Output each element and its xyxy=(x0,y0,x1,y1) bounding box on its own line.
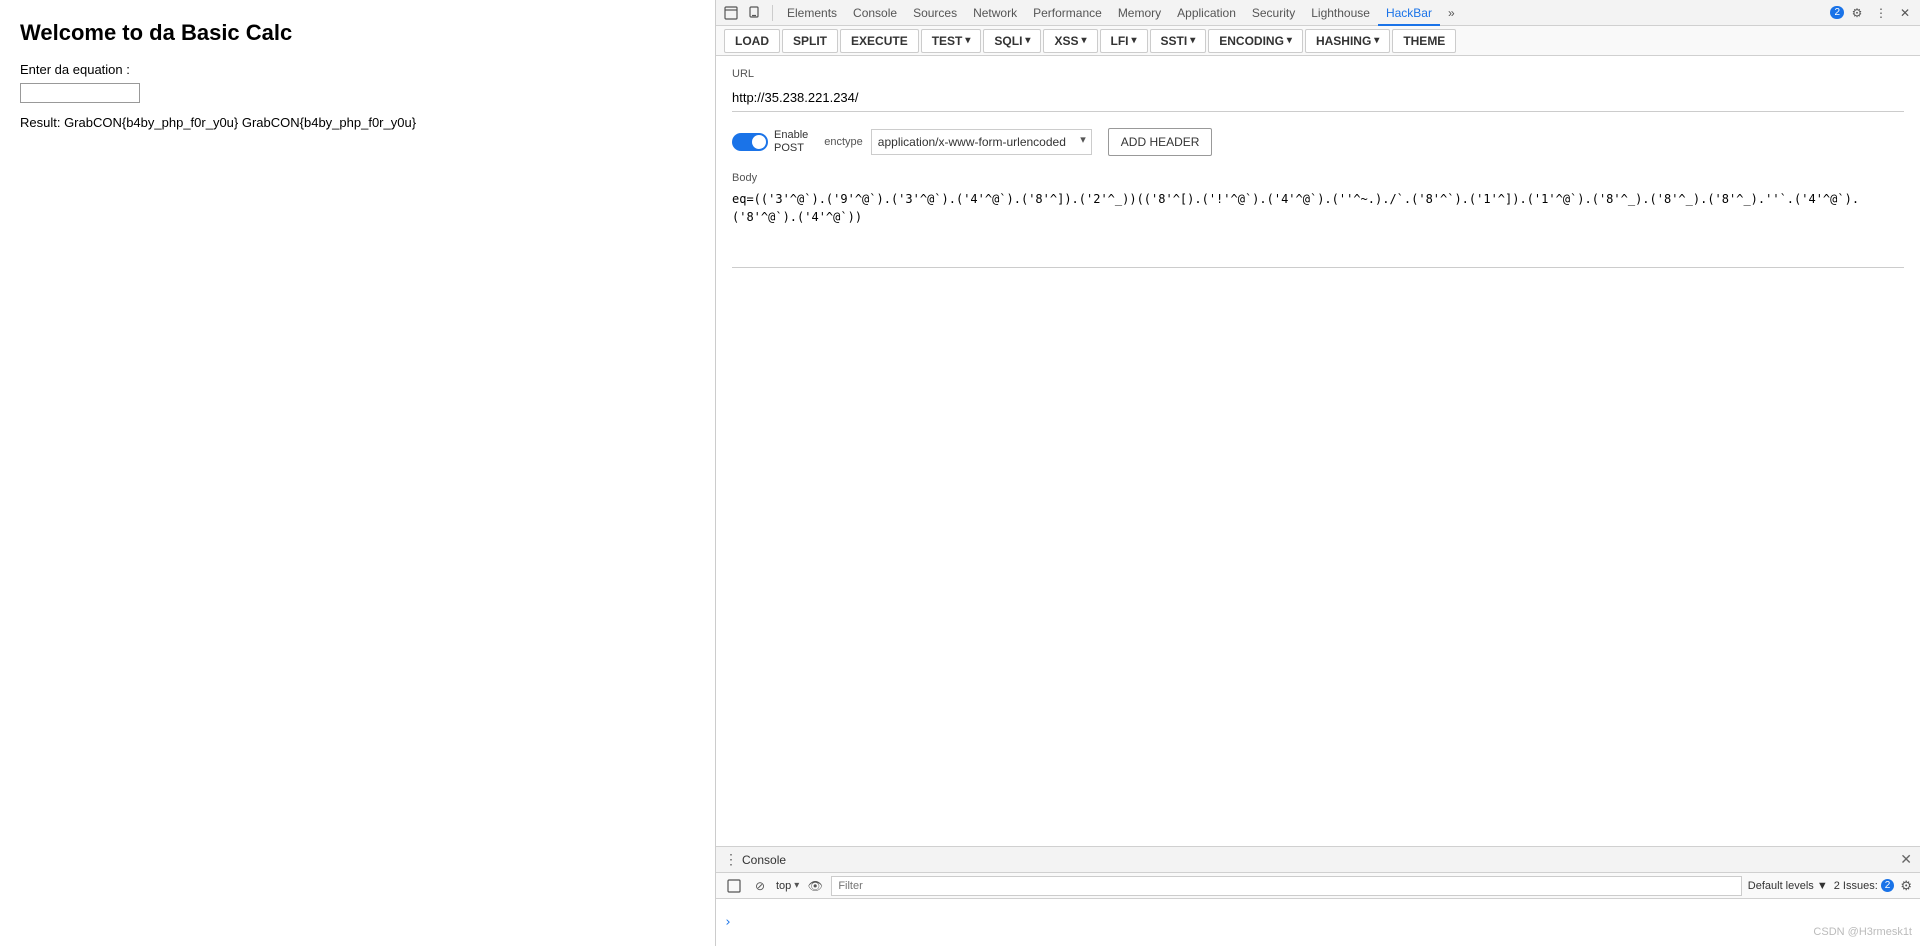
left-panel: Welcome to da Basic Calc Enter da equati… xyxy=(0,0,715,946)
tab-performance[interactable]: Performance xyxy=(1025,0,1110,26)
console-close-icon[interactable]: ✕ xyxy=(1900,851,1912,868)
test-arrow: ▾ xyxy=(965,35,970,46)
devtools-top-bar: Elements Console Sources Network Perform… xyxy=(716,0,1920,26)
enctype-section: enctype application/x-www-form-urlencode… xyxy=(824,129,1092,155)
xss-arrow: ▾ xyxy=(1081,35,1086,46)
devtools-tabs: Elements Console Sources Network Perform… xyxy=(779,0,1828,26)
page-title: Welcome to da Basic Calc xyxy=(20,20,695,46)
equation-input[interactable] xyxy=(20,83,140,103)
console-prompt[interactable]: › xyxy=(724,915,732,930)
issues-text: 2 Issues: xyxy=(1834,880,1878,892)
tab-lighthouse[interactable]: Lighthouse xyxy=(1303,0,1378,26)
load-button[interactable]: LOAD xyxy=(724,29,780,53)
hashing-button[interactable]: HASHING ▾ xyxy=(1305,29,1390,53)
enctype-label: enctype xyxy=(824,136,863,148)
issues-container[interactable]: 2 Issues: 2 xyxy=(1834,879,1895,892)
sqli-button[interactable]: SQLI ▾ xyxy=(983,29,1041,53)
encoding-button[interactable]: ENCODING ▾ xyxy=(1208,29,1303,53)
console-tab-label[interactable]: Console xyxy=(742,853,786,867)
ssti-arrow: ▾ xyxy=(1190,35,1195,46)
result-text: Result: GrabCON{b4by_php_f0r_y0u} GrabCO… xyxy=(20,115,695,130)
tab-sources[interactable]: Sources xyxy=(905,0,965,26)
issues-badge[interactable]: 2 xyxy=(1830,6,1844,19)
hackbar-content: URL EnablePOST enctype application/x-www… xyxy=(716,56,1920,846)
console-header: ⋮ Console ✕ xyxy=(716,847,1920,873)
devtools-right-icons: 2 ⚙ ⋮ ✕ xyxy=(1830,2,1916,24)
ssti-button[interactable]: SSTI ▾ xyxy=(1150,29,1207,53)
tab-hackbar[interactable]: HackBar xyxy=(1378,0,1440,26)
console-menu-icon[interactable]: ⋮ xyxy=(724,851,738,868)
tab-network[interactable]: Network xyxy=(965,0,1025,26)
xss-button[interactable]: XSS ▾ xyxy=(1043,29,1097,53)
console-toolbar: ⊘ top ▾ 👁 Default levels ▼ 2 Issues: 2 ⚙ xyxy=(716,873,1920,899)
top-selector[interactable]: top ▾ xyxy=(776,880,799,892)
lfi-arrow: ▾ xyxy=(1132,35,1137,46)
hashing-arrow: ▾ xyxy=(1374,35,1379,46)
inspect-icon[interactable] xyxy=(720,2,742,24)
console-body: › xyxy=(716,899,1920,946)
lfi-button[interactable]: LFI ▾ xyxy=(1100,29,1148,53)
enctype-wrapper: application/x-www-form-urlencoded multip… xyxy=(871,129,1092,155)
add-header-button[interactable]: ADD HEADER xyxy=(1108,128,1213,156)
toolbar-separator xyxy=(772,5,773,21)
close-icon[interactable]: ✕ xyxy=(1894,2,1916,24)
issues-count-badge: 2 xyxy=(1881,879,1895,892)
split-button[interactable]: SPLIT xyxy=(782,29,838,53)
tab-elements[interactable]: Elements xyxy=(779,0,845,26)
eye-icon[interactable]: 👁 xyxy=(805,876,825,896)
enable-post-label: EnablePOST xyxy=(774,129,808,155)
tab-security[interactable]: Security xyxy=(1244,0,1303,26)
enctype-select[interactable]: application/x-www-form-urlencoded multip… xyxy=(871,129,1092,155)
default-levels-label: Default levels ▼ xyxy=(1748,880,1828,892)
more-icon[interactable]: ⋮ xyxy=(1870,2,1892,24)
url-section: URL xyxy=(732,68,1904,112)
console-clear-icon[interactable] xyxy=(724,876,744,896)
console-panel: ⋮ Console ✕ ⊘ top ▾ 👁 Default levels ▼ 2… xyxy=(716,846,1920,946)
post-row: EnablePOST enctype application/x-www-for… xyxy=(732,128,1904,156)
sqli-arrow: ▾ xyxy=(1025,35,1030,46)
theme-button[interactable]: THEME xyxy=(1392,29,1456,53)
settings-icon[interactable]: ⚙ xyxy=(1846,2,1868,24)
tab-application[interactable]: Application xyxy=(1169,0,1244,26)
console-block-icon[interactable]: ⊘ xyxy=(750,876,770,896)
tab-more[interactable]: » xyxy=(1440,0,1463,26)
tab-console[interactable]: Console xyxy=(845,0,905,26)
body-label: Body xyxy=(732,172,1904,184)
body-section: Body eq=(('3'^@`).('9'^@`).('3'^@`).('4'… xyxy=(732,172,1904,271)
tab-memory[interactable]: Memory xyxy=(1110,0,1169,26)
filter-input[interactable] xyxy=(831,876,1741,896)
enable-post-container: EnablePOST xyxy=(732,129,808,155)
hackbar-toolbar: LOAD SPLIT EXECUTE TEST ▾ SQLI ▾ XSS ▾ L… xyxy=(716,26,1920,56)
device-icon[interactable] xyxy=(744,2,766,24)
test-button[interactable]: TEST ▾ xyxy=(921,29,982,53)
watermark: CSDN @H3rmesk1t xyxy=(1813,926,1912,938)
encoding-arrow: ▾ xyxy=(1287,35,1292,46)
console-settings-icon[interactable]: ⚙ xyxy=(1900,878,1912,894)
body-input[interactable]: eq=(('3'^@`).('9'^@`).('3'^@`).('4'^@`).… xyxy=(732,188,1904,268)
enable-post-toggle[interactable] xyxy=(732,133,768,151)
url-label: URL xyxy=(732,68,1904,80)
equation-label: Enter da equation : xyxy=(20,62,695,77)
execute-button[interactable]: EXECUTE xyxy=(840,29,919,53)
default-levels-button[interactable]: Default levels ▼ xyxy=(1748,880,1828,892)
url-input[interactable] xyxy=(732,84,1904,112)
devtools-panel: Elements Console Sources Network Perform… xyxy=(715,0,1920,946)
